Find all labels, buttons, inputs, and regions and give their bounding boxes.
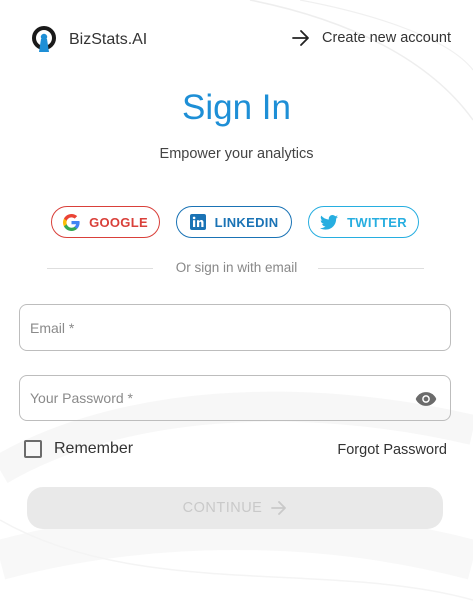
remember-checkbox[interactable] bbox=[24, 440, 42, 458]
email-field[interactable] bbox=[20, 305, 450, 350]
remember-label: Remember bbox=[54, 440, 134, 457]
brand-name: BizStats.AI bbox=[69, 31, 148, 48]
continue-label: CONTINUE bbox=[182, 500, 263, 516]
sign-in-page: BizStats.AI Create new account Sign In E… bbox=[0, 0, 473, 614]
linkedin-signin-button[interactable]: LINKEDIN bbox=[176, 206, 292, 238]
create-account-label: Create new account bbox=[322, 30, 451, 46]
email-field-container bbox=[19, 304, 451, 351]
twitter-bird-icon bbox=[320, 214, 339, 230]
eye-icon[interactable] bbox=[415, 390, 437, 408]
google-signin-button[interactable]: GOOGLE bbox=[51, 206, 160, 238]
remember-toggle[interactable]: Remember bbox=[24, 440, 133, 458]
password-field-container bbox=[19, 375, 451, 421]
arrow-right-icon bbox=[271, 501, 287, 515]
google-label: GOOGLE bbox=[89, 214, 148, 230]
keyhole-logo-icon bbox=[32, 26, 56, 52]
google-g-icon bbox=[63, 213, 80, 231]
linkedin-icon bbox=[189, 214, 206, 230]
continue-button[interactable]: CONTINUE bbox=[27, 487, 443, 529]
linkedin-label: LINKEDIN bbox=[214, 214, 279, 230]
page-subtitle: Empower your analytics bbox=[159, 146, 314, 162]
divider-right bbox=[318, 268, 424, 269]
forgot-password-link[interactable]: Forgot Password bbox=[337, 442, 447, 458]
brand[interactable]: BizStats.AI bbox=[31, 26, 147, 54]
create-account-link[interactable]: Create new account bbox=[291, 29, 451, 47]
twitter-label: TWITTER bbox=[347, 214, 407, 230]
password-field[interactable] bbox=[20, 376, 450, 420]
twitter-signin-button[interactable]: TWITTER bbox=[308, 206, 419, 238]
page-title: Sign In bbox=[182, 88, 291, 127]
arrow-right-icon bbox=[292, 30, 309, 46]
